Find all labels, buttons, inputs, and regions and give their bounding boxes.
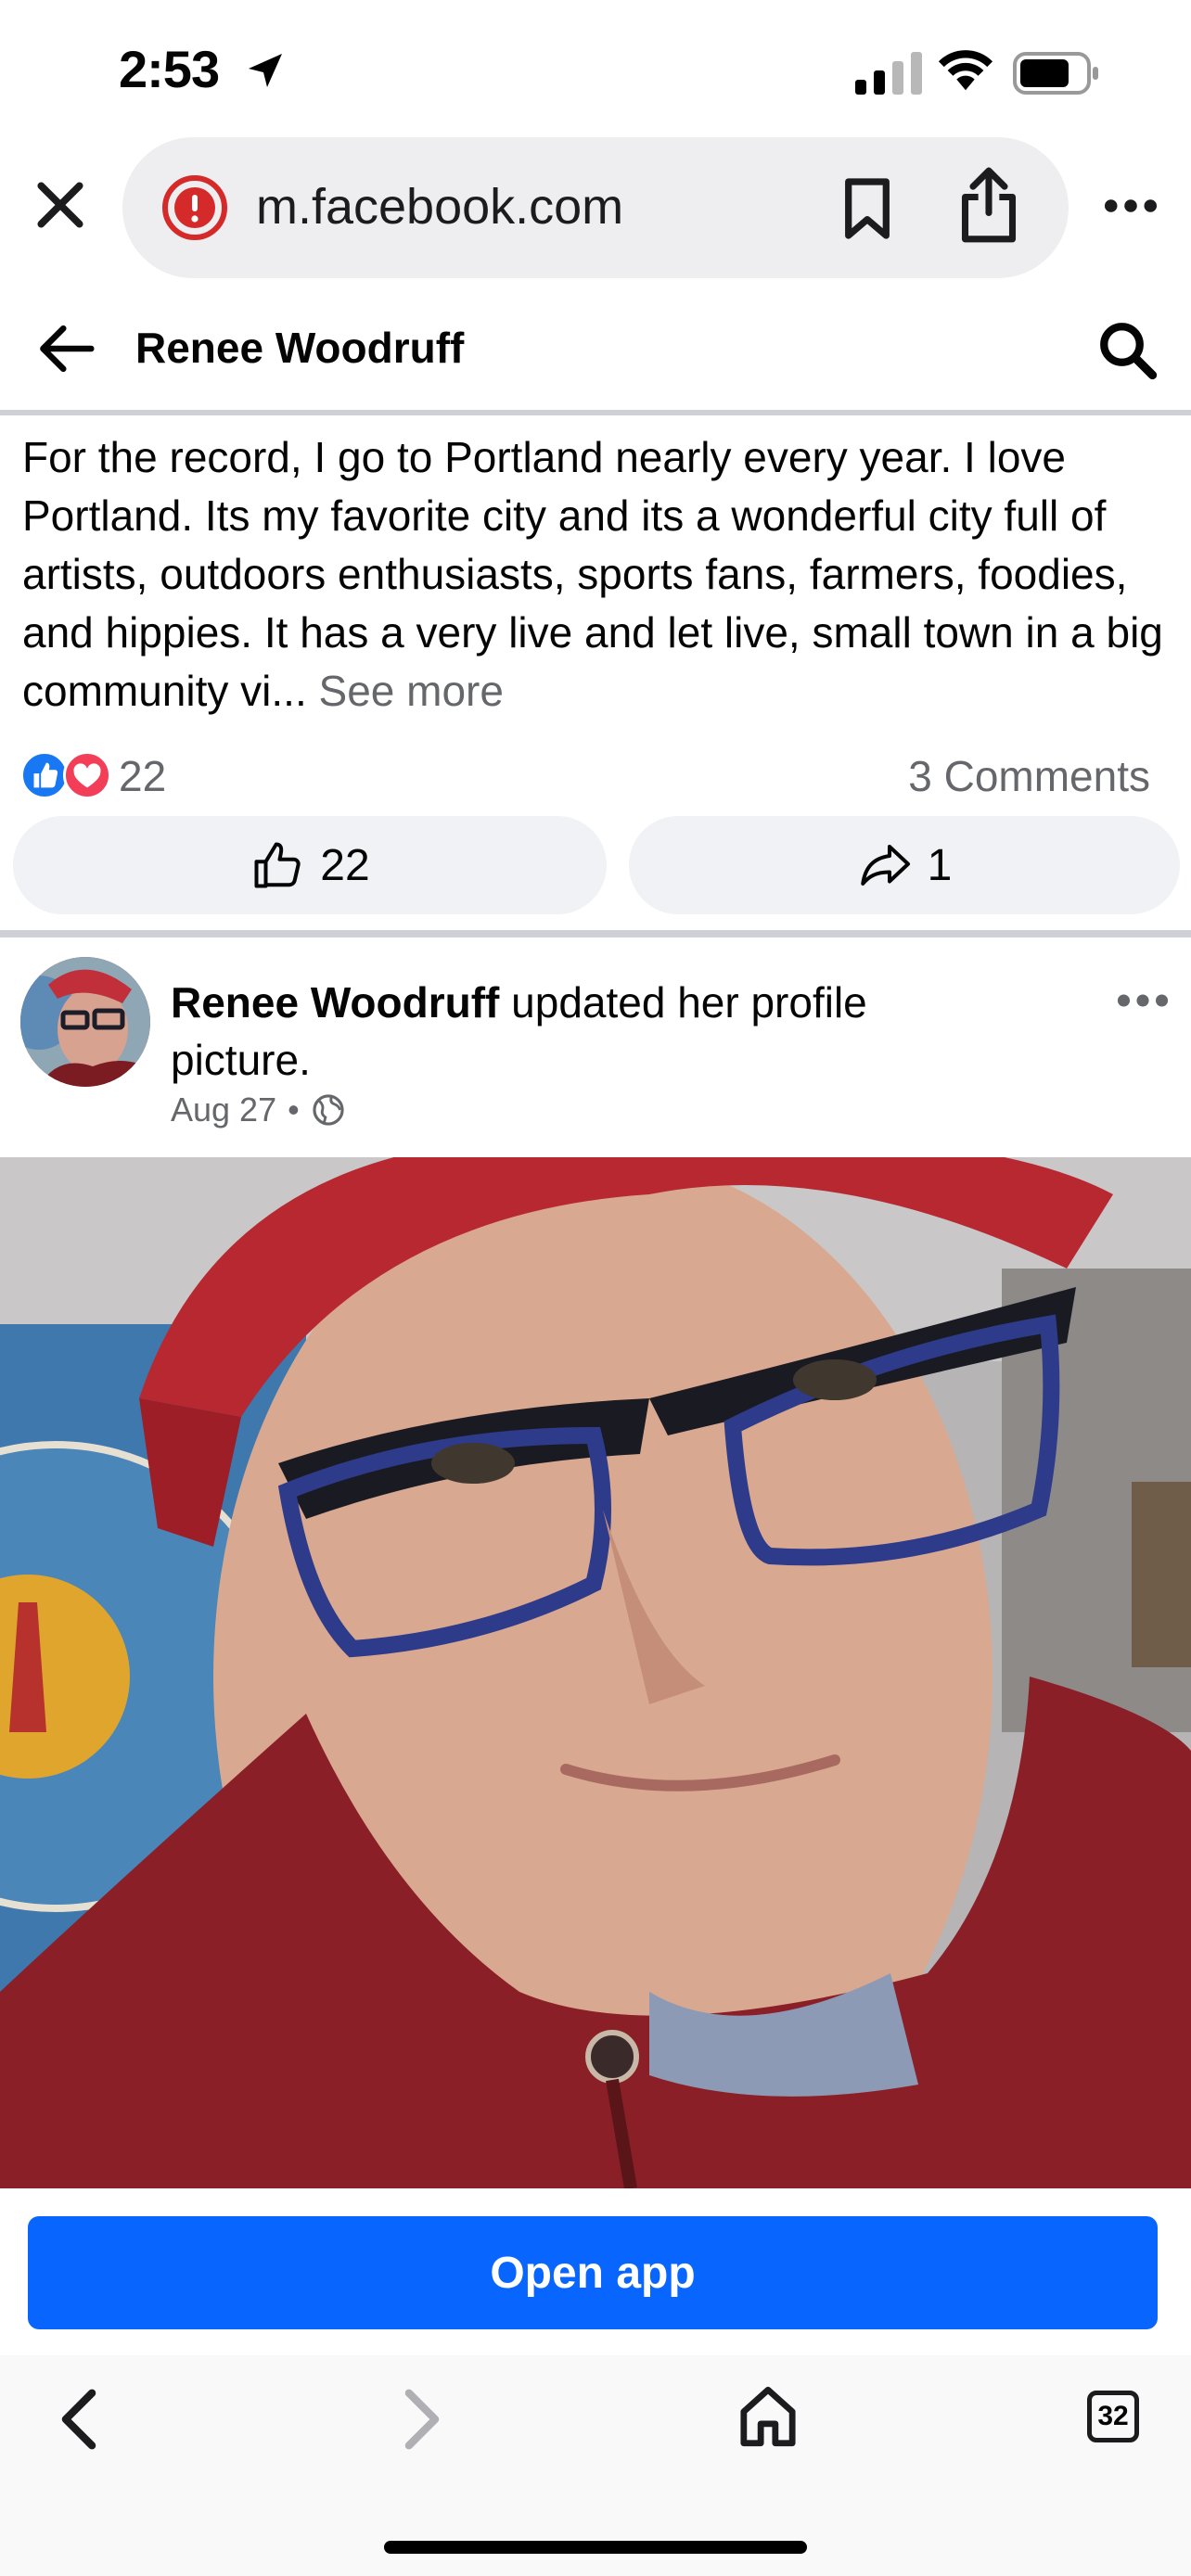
- post-meta: Aug 27 •: [171, 1090, 346, 1129]
- share-icon[interactable]: [957, 165, 1020, 245]
- post-divider: [0, 930, 1191, 937]
- bookmark-icon[interactable]: [840, 176, 894, 241]
- love-reaction-icon[interactable]: [63, 751, 111, 799]
- url-text[interactable]: m.facebook.com: [256, 178, 623, 236]
- share-button[interactable]: 1: [629, 816, 1180, 914]
- see-more-link[interactable]: See more: [319, 667, 504, 715]
- like-count: 22: [320, 840, 370, 890]
- wifi-icon: [938, 50, 993, 91]
- share-count: 1: [927, 840, 953, 890]
- author-name[interactable]: Renee Woodruff: [171, 978, 499, 1027]
- post-more-icon[interactable]: [1117, 990, 1169, 1011]
- back-nav-icon[interactable]: [56, 2389, 102, 2450]
- thumbs-up-icon: [254, 842, 301, 888]
- meta-separator: •: [288, 1090, 300, 1129]
- back-arrow-icon[interactable]: [35, 321, 96, 376]
- share-arrow-icon: [860, 845, 910, 886]
- comments-count[interactable]: 3 Comments: [908, 751, 1150, 801]
- like-reaction-icon[interactable]: [20, 751, 69, 799]
- tabs-count-button[interactable]: 32: [1087, 2391, 1139, 2442]
- reaction-count[interactable]: 22: [119, 751, 166, 801]
- post-headline: Renee Woodruff updated her profile pictu…: [171, 974, 1005, 1089]
- header-divider: [0, 410, 1191, 415]
- post-text: For the record, I go to Portland nearly …: [22, 428, 1172, 721]
- search-icon[interactable]: [1096, 319, 1158, 380]
- profile-photo[interactable]: [0, 1157, 1191, 2188]
- battery-icon: [1013, 52, 1098, 95]
- forward-nav-icon[interactable]: [399, 2389, 445, 2450]
- post-body: For the record, I go to Portland nearly …: [22, 433, 1163, 715]
- page-title: Renee Woodruff: [135, 324, 465, 372]
- like-button[interactable]: 22: [13, 816, 607, 914]
- post-date[interactable]: Aug 27: [171, 1090, 276, 1129]
- status-time: 2:53: [119, 40, 220, 98]
- location-arrow-icon: [249, 54, 282, 87]
- avatar[interactable]: [20, 957, 150, 1087]
- home-indicator: [384, 2541, 807, 2554]
- more-options-icon[interactable]: [1104, 195, 1158, 217]
- open-app-button[interactable]: Open app: [28, 2216, 1158, 2329]
- globe-icon: [313, 1094, 344, 1126]
- cellular-signal-icon: [855, 52, 922, 95]
- close-icon[interactable]: [32, 176, 89, 234]
- not-secure-icon[interactable]: [161, 174, 228, 241]
- home-icon[interactable]: [738, 2385, 798, 2448]
